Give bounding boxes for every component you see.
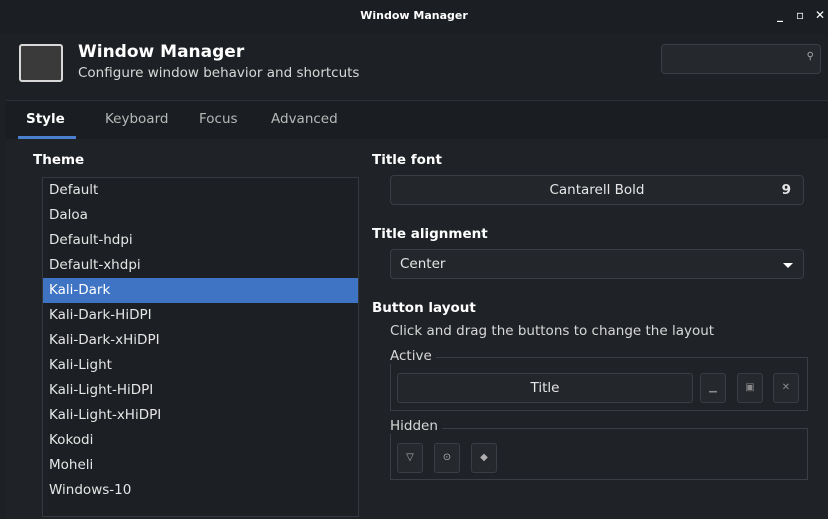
hidden-label: Hidden [390, 418, 442, 434]
theme-item[interactable]: Kali-Light-xHiDPI [43, 403, 358, 428]
minimize-icon[interactable]: ▁ [700, 373, 726, 403]
theme-item[interactable]: Windows-10 [43, 478, 358, 503]
theme-item[interactable]: Kali-Dark-HiDPI [43, 303, 358, 328]
theme-item[interactable]: Kokodi [43, 428, 358, 453]
window-title: Window Manager [360, 9, 468, 22]
window-titlebar: Window Manager _ ▫ ✕ [0, 0, 828, 35]
stick-icon[interactable]: ⊙ [434, 443, 460, 473]
active-label: Active [390, 348, 436, 364]
title-button-label: Title [530, 380, 560, 396]
theme-item[interactable]: Kali-Light [43, 353, 358, 378]
tab-advanced[interactable]: Advanced [271, 111, 338, 127]
menu-icon[interactable]: ◆ [471, 443, 497, 473]
settings-panel: Style Keyboard Focus Advanced Theme Defa… [6, 100, 828, 519]
theme-item[interactable]: Default-xhdpi [43, 253, 358, 278]
theme-item-selected[interactable]: Kali-Dark [43, 278, 358, 303]
chevron-down-icon [783, 263, 793, 268]
tab-bar: Style Keyboard Focus Advanced [6, 101, 828, 139]
minimize-button[interactable]: _ [777, 8, 783, 22]
page-title: Window Manager [78, 42, 245, 62]
tab-focus[interactable]: Focus [199, 111, 238, 127]
active-tab-indicator [18, 136, 76, 139]
window-icon [19, 44, 63, 82]
search-input[interactable]: ⚲ [661, 44, 821, 74]
theme-label: Theme [33, 152, 85, 168]
theme-item[interactable]: Kali-Light-HiDPI [43, 378, 358, 403]
shade-icon[interactable]: ▽ [397, 443, 423, 473]
tab-style[interactable]: Style [26, 111, 65, 127]
maximize-icon[interactable]: ▣ [737, 373, 763, 403]
button-layout-label: Button layout [372, 300, 476, 316]
search-icon: ⚲ [806, 51, 814, 62]
theme-list[interactable]: Default Daloa Default-hdpi Default-xhdpi… [42, 177, 359, 517]
theme-item[interactable]: Moheli [43, 453, 358, 478]
title-alignment-label: Title alignment [372, 226, 488, 242]
title-font-button[interactable]: Cantarell Bold 9 [390, 175, 804, 205]
close-icon[interactable]: ✕ [773, 373, 799, 403]
title-button[interactable]: Title [397, 373, 693, 403]
font-size: 9 [781, 182, 791, 198]
font-name: Cantarell Bold [549, 182, 645, 198]
title-font-label: Title font [372, 152, 442, 168]
page-subtitle: Configure window behavior and shortcuts [78, 65, 360, 81]
theme-item[interactable]: Daloa [43, 203, 358, 228]
title-alignment-select[interactable]: Center [390, 249, 804, 279]
button-layout-hint: Click and drag the buttons to change the… [390, 323, 715, 339]
dialog-header: Window Manager Configure window behavior… [0, 34, 828, 100]
theme-item[interactable]: Default [43, 178, 358, 203]
maximize-button[interactable]: ▫ [796, 8, 804, 22]
theme-item[interactable]: Kali-Dark-xHiDPI [43, 328, 358, 353]
title-alignment-value: Center [400, 256, 446, 272]
tab-keyboard[interactable]: Keyboard [105, 111, 168, 127]
theme-item[interactable]: Default-hdpi [43, 228, 358, 253]
close-button[interactable]: ✕ [815, 8, 825, 22]
